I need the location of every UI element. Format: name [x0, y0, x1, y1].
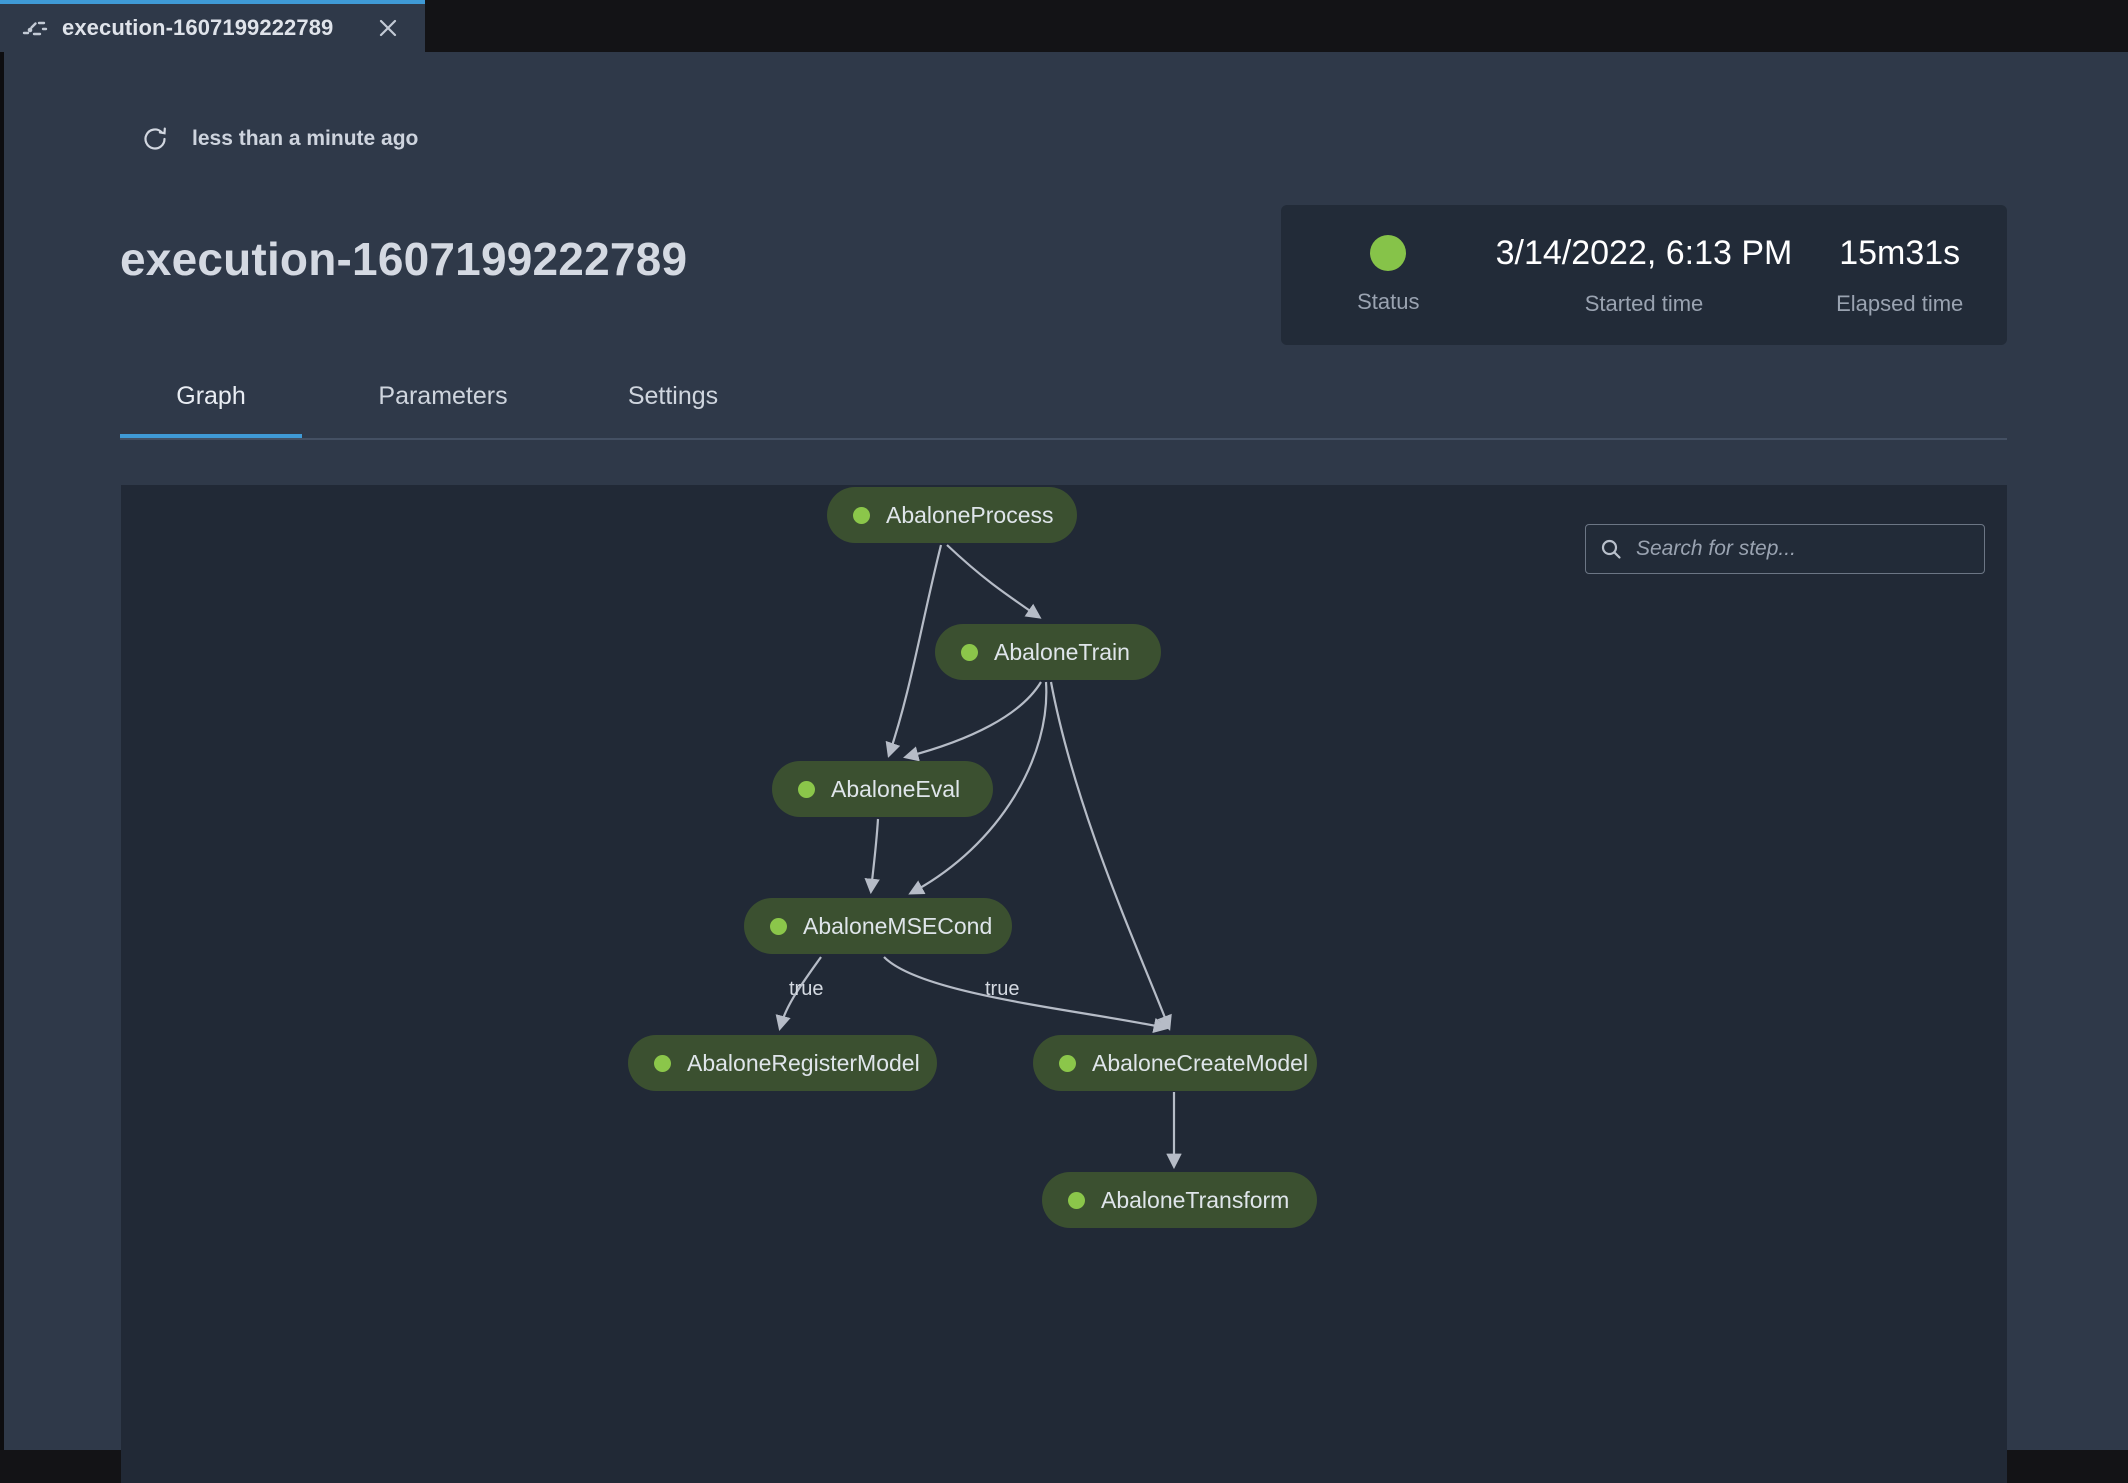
- page-body: less than a minute ago execution-1607199…: [0, 52, 2128, 1483]
- tab-parameters-label: Parameters: [378, 382, 508, 410]
- search-icon: [1600, 538, 1622, 560]
- node-status-dot: [961, 643, 978, 661]
- node-status-dot: [798, 780, 815, 798]
- node-status-dot: [770, 917, 787, 935]
- graph-node-label: AbaloneEval: [831, 775, 961, 802]
- elapsed-time-label: Elapsed time: [1836, 290, 1964, 316]
- execution-status-card: Status 3/14/2022, 6:13 PM Started time 1…: [1281, 205, 2007, 345]
- graph-node-label: AbaloneTransform: [1101, 1186, 1290, 1213]
- graph-node-abalone-transform[interactable]: AbaloneTransform: [1042, 1172, 1317, 1228]
- elapsed-time-stat: 15m31s Elapsed time: [1792, 205, 2007, 345]
- tab-graph[interactable]: Graph: [120, 382, 302, 438]
- edge-label-true-register: true: [789, 978, 824, 1000]
- graph-node-abalone-register-model[interactable]: AbaloneRegisterModel: [628, 1035, 937, 1091]
- graph-node-abalone-eval[interactable]: AbaloneEval: [772, 761, 993, 817]
- elapsed-time-value: 15m31s: [1839, 233, 1961, 272]
- page-title: execution-1607199222789: [120, 233, 688, 285]
- graph-node-label: AbaloneRegisterModel: [687, 1049, 920, 1076]
- started-time-stat: 3/14/2022, 6:13 PM Started time: [1496, 205, 1793, 345]
- tab-graph-label: Graph: [176, 382, 246, 410]
- edge-label-true-create: true: [985, 978, 1020, 1000]
- started-time-label: Started time: [1584, 290, 1704, 316]
- refresh-row: less than a minute ago: [140, 124, 418, 154]
- search-input[interactable]: [1634, 536, 1970, 562]
- graph-node-abalone-process[interactable]: AbaloneProcess: [827, 487, 1077, 543]
- pipeline-icon: [22, 15, 48, 41]
- refresh-icon[interactable]: [140, 124, 170, 154]
- last-updated-label: less than a minute ago: [192, 127, 419, 150]
- node-status-dot: [1068, 1191, 1085, 1209]
- graph-node-label: AbaloneMSECond: [803, 912, 993, 939]
- node-status-dot: [654, 1054, 671, 1072]
- search-step-box[interactable]: [1585, 524, 1985, 574]
- tab-settings[interactable]: Settings: [588, 382, 758, 438]
- graph-node-label: AbaloneTrain: [994, 638, 1130, 665]
- graph-node-label: AbaloneCreateModel: [1092, 1049, 1309, 1076]
- close-icon[interactable]: [373, 13, 403, 43]
- graph-node-abalone-mse-cond[interactable]: AbaloneMSECond: [744, 898, 1012, 954]
- status-stat-label: Status: [1357, 289, 1420, 314]
- graph-node-abalone-create-model[interactable]: AbaloneCreateModel: [1033, 1035, 1317, 1091]
- tab-settings-label: Settings: [627, 382, 719, 410]
- graph-node-label: AbaloneProcess: [886, 501, 1054, 528]
- tab-strip: Graph Parameters Settings: [120, 382, 2007, 440]
- pipeline-graph-panel[interactable]: AbaloneProcess AbaloneTrain AbaloneEval …: [121, 485, 2007, 1483]
- browser-tab-title: execution-1607199222789: [62, 15, 334, 40]
- browser-tab[interactable]: execution-1607199222789: [0, 0, 426, 52]
- graph-node-abalone-train[interactable]: AbaloneTrain: [935, 624, 1161, 680]
- status-stat: Status: [1281, 205, 1496, 345]
- node-status-dot: [853, 506, 870, 524]
- tab-parameters[interactable]: Parameters: [338, 382, 548, 438]
- node-status-dot: [1059, 1054, 1076, 1072]
- status-indicator-dot: [1370, 235, 1407, 271]
- started-time-value: 3/14/2022, 6:13 PM: [1495, 233, 1793, 272]
- browser-tab-bar: execution-1607199222789: [0, 0, 2128, 52]
